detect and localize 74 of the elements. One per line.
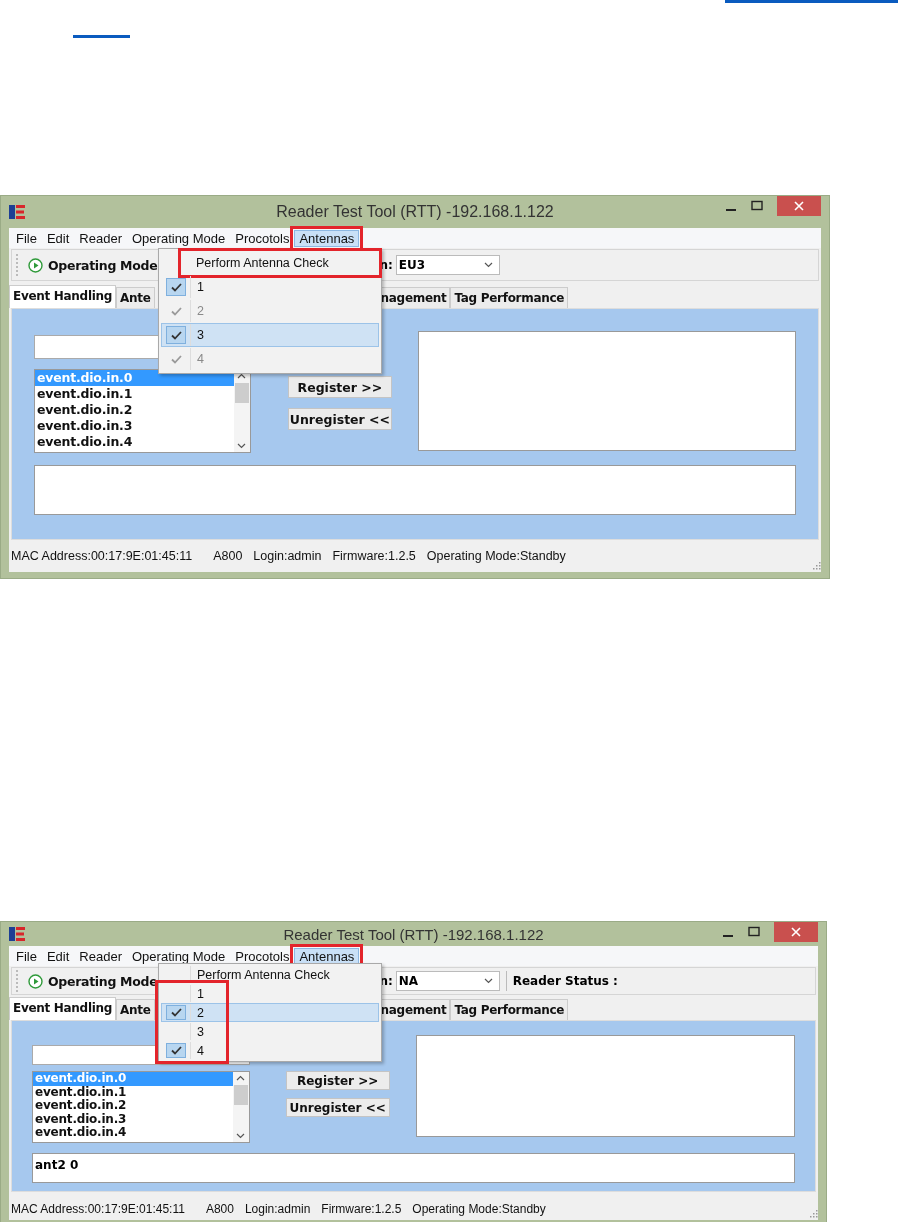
region-dropdown[interactable]: EU3 — [395, 255, 500, 275]
unregister-button[interactable]: Unregister << — [285, 1098, 390, 1117]
caret-icon — [483, 262, 493, 268]
menu-item[interactable]: Procotols — [230, 229, 295, 247]
list-item[interactable]: event.dio.in.2 — [35, 402, 234, 418]
tab[interactable]: Tag Performance — [450, 287, 569, 308]
status-text: Operating Mode:Standby — [412, 1202, 546, 1216]
list-item[interactable]: event.dio.in.1 — [33, 1085, 233, 1099]
menu-item[interactable]: 2 — [161, 1003, 379, 1022]
play-icon — [28, 257, 43, 273]
scroll-thumb[interactable] — [233, 1085, 248, 1105]
operating-mode-button[interactable]: Operating Mode — [26, 255, 160, 275]
scrollbar[interactable] — [232, 1072, 249, 1142]
close-button[interactable] — [777, 196, 821, 216]
menu-item[interactable]: Edit — [41, 947, 75, 965]
status-text: A800 — [213, 549, 243, 563]
caret-icon — [483, 978, 493, 984]
maximize-icon[interactable] — [751, 200, 763, 212]
scroll-down-icon[interactable] — [236, 1133, 246, 1139]
menu-item[interactable]: File — [11, 229, 42, 247]
list-item[interactable]: event.dio.in.1 — [35, 386, 234, 402]
resize-grip-icon[interactable] — [810, 1210, 818, 1218]
tab[interactable]: Ante — [116, 999, 155, 1020]
close-icon — [791, 927, 801, 937]
scroll-down-icon[interactable] — [237, 443, 247, 449]
app-logo-icon — [9, 927, 25, 941]
tab[interactable]: Tag Performance — [450, 999, 569, 1020]
unregister-button[interactable]: Unregister << — [287, 408, 392, 430]
tab[interactable]: Event Handling — [9, 285, 117, 308]
play-icon — [28, 973, 43, 989]
menu-item[interactable]: 3 — [161, 1022, 379, 1041]
log-line: ant2 0 — [35, 1158, 80, 1172]
list-item[interactable]: event.dio.in.4 — [33, 1126, 233, 1140]
status-text: A800 — [205, 1202, 234, 1216]
menu-item[interactable]: Reader — [74, 947, 127, 965]
menu-item[interactable]: Perform Antenna Check — [181, 251, 379, 275]
menu-item[interactable]: 1 — [161, 275, 379, 299]
close-icon — [794, 201, 804, 211]
operating-mode-button[interactable]: Operating Mode — [26, 971, 160, 991]
status-text: MAC Address:00:17:9E:01:45:11 — [11, 1202, 185, 1216]
close-button[interactable] — [774, 922, 818, 942]
tab[interactable]: Ante — [116, 287, 155, 308]
status-text: Login:admin — [253, 549, 322, 563]
menu-item[interactable]: Operating Mode — [127, 229, 231, 247]
list-item[interactable]: event.dio.in.3 — [35, 418, 234, 434]
region-dropdown[interactable]: NA — [395, 971, 500, 991]
tab[interactable]: Event Handling — [9, 997, 117, 1020]
reader-status-label: Reader Status : — [512, 974, 618, 988]
resize-grip-icon[interactable] — [813, 562, 821, 570]
menu-item[interactable]: Operating Mode — [127, 947, 231, 965]
menu-item[interactable]: Edit — [41, 229, 75, 247]
status-text: MAC Address:00:17:9E:01:45:11 — [11, 549, 193, 563]
list-item[interactable]: event.dio.in.4 — [35, 434, 234, 450]
maximize-icon[interactable] — [748, 926, 760, 938]
window-title: Reader Test Tool (RTT) -192.168.1.122 — [276, 203, 554, 221]
status-text: Firmware:1.2.5 — [321, 1202, 402, 1216]
scroll-thumb[interactable] — [234, 383, 249, 403]
list-item[interactable]: event.dio.in.2 — [33, 1099, 233, 1113]
status-text: Login:admin — [244, 1202, 311, 1216]
register-button[interactable]: Register >> — [287, 376, 392, 398]
menu-item[interactable]: Reader — [74, 229, 127, 247]
menu-item[interactable]: 3 — [161, 323, 379, 347]
app-logo-icon — [9, 205, 25, 219]
list-item[interactable]: event.dio.in.3 — [33, 1112, 233, 1126]
menu-item[interactable]: 1 — [161, 984, 379, 1003]
menu-item[interactable]: File — [11, 947, 42, 965]
status-text: Operating Mode:Standby — [426, 549, 566, 563]
menu-item[interactable]: Procotols — [230, 947, 295, 965]
window-title: Reader Test Tool (RTT) -192.168.1.122 — [283, 925, 544, 943]
menu-item[interactable]: 4 — [161, 1041, 379, 1060]
scroll-up-icon[interactable] — [236, 1075, 246, 1081]
menu-item[interactable]: Perform Antenna Check — [161, 965, 379, 984]
register-button[interactable]: Register >> — [285, 1071, 390, 1090]
status-text: Firmware:1.2.5 — [332, 549, 416, 563]
